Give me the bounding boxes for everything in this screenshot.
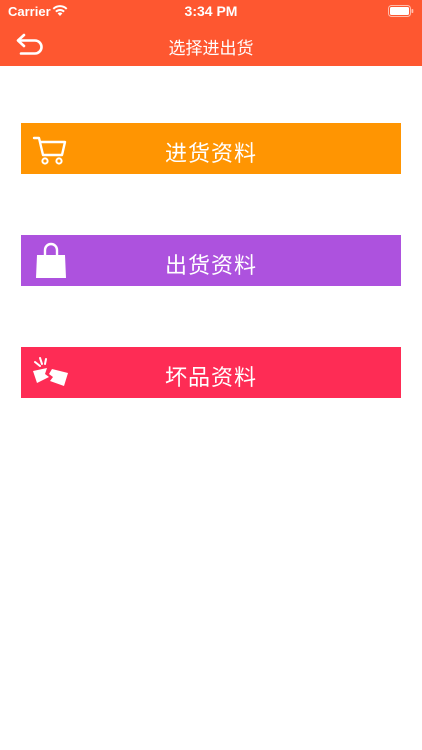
page-title: 选择进出货 — [168, 39, 254, 59]
shipment-data-label: 出货资料 — [164, 254, 257, 279]
nav-bar: 选择进出货 — [0, 22, 422, 66]
screen: Carrier 3:34 PM 选择进出货 进货资料 出货资料 坏品资料 — [0, 0, 422, 750]
purchase-data-label: 进货资料 — [164, 142, 257, 167]
damaged-data-label: 坏品资料 — [164, 366, 257, 391]
battery-icon — [388, 5, 414, 17]
status-bar: Carrier 3:34 PM — [0, 0, 422, 22]
top-bar: Carrier 3:34 PM 选择进出货 — [0, 0, 422, 66]
damaged-data-button[interactable]: 坏品资料 — [21, 347, 401, 398]
purchase-data-button[interactable]: 进货资料 — [21, 123, 401, 174]
shipment-data-button[interactable]: 出货资料 — [21, 235, 401, 286]
status-time: 3:34 PM — [184, 3, 238, 19]
